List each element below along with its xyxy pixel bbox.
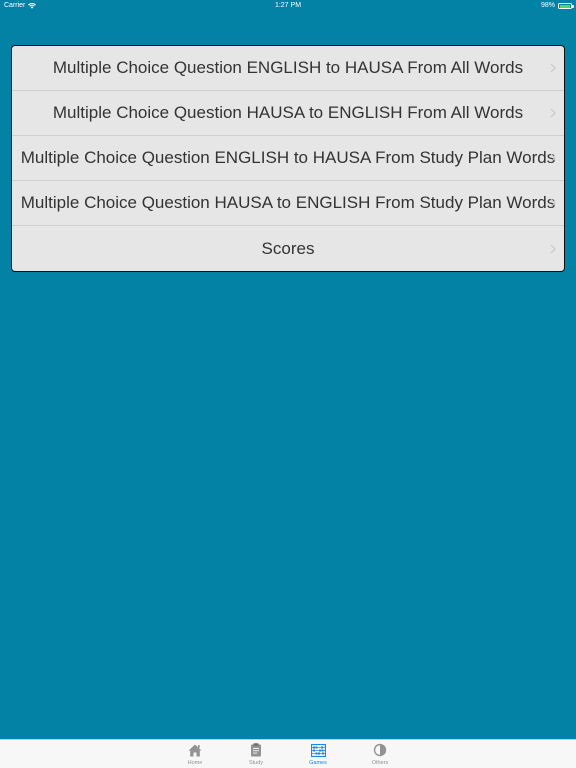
tab-label: Games [309, 760, 327, 766]
tab-bar: Home Study Games Others [0, 739, 576, 768]
chevron-right-icon [550, 108, 556, 118]
tab-games[interactable]: Games [298, 742, 338, 768]
tab-label: Home [187, 760, 203, 766]
menu-item-mcq-english-hausa-all[interactable]: Multiple Choice Question ENGLISH to HAUS… [12, 46, 564, 91]
tab-label: Study [248, 760, 264, 766]
contrast-icon [372, 742, 388, 758]
status-right: 98% [540, 0, 574, 12]
menu-item-label: Multiple Choice Question ENGLISH to HAUS… [20, 148, 556, 167]
battery-percent: 98% [540, 2, 555, 9]
battery-icon [558, 3, 574, 9]
tab-home[interactable]: Home [175, 742, 215, 768]
menu-item-mcq-hausa-english-all[interactable]: Multiple Choice Question HAUSA to ENGLIS… [12, 91, 564, 136]
menu-item-scores[interactable]: Scores [12, 226, 564, 271]
menu-item-label: Multiple Choice Question HAUSA to ENGLIS… [20, 193, 556, 212]
clipboard-icon [248, 742, 264, 758]
chevron-right-icon [550, 198, 556, 208]
battery-fill [559, 4, 571, 8]
status-bar: Carrier 1:27 PM 98% [0, 0, 576, 12]
menu-item-label: Multiple Choice Question HAUSA to ENGLIS… [52, 103, 524, 122]
menu-item-mcq-hausa-english-study-plan[interactable]: Multiple Choice Question HAUSA to ENGLIS… [12, 181, 564, 226]
chevron-right-icon [550, 63, 556, 73]
chevron-right-icon [550, 244, 556, 254]
home-icon [187, 742, 203, 758]
menu-item-label: Multiple Choice Question ENGLISH to HAUS… [52, 58, 524, 77]
tab-others[interactable]: Others [360, 742, 400, 768]
tab-study[interactable]: Study [236, 742, 276, 768]
tab-label: Others [371, 760, 389, 766]
menu-item-label: Scores [261, 238, 315, 258]
menu-item-mcq-english-hausa-study-plan[interactable]: Multiple Choice Question ENGLISH to HAUS… [12, 136, 564, 181]
games-menu-list: Multiple Choice Question ENGLISH to HAUS… [11, 45, 565, 272]
abacus-icon [310, 742, 326, 758]
status-time: 1:27 PM [274, 2, 302, 9]
chevron-right-icon [550, 153, 556, 163]
